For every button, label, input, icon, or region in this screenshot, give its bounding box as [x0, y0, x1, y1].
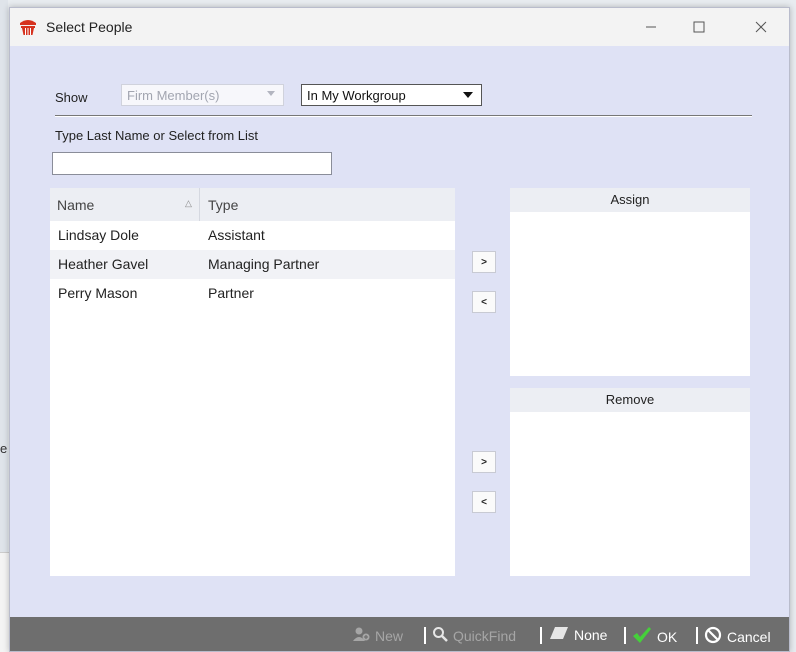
- workgroup-dropdown[interactable]: In My Workgroup: [301, 84, 482, 106]
- remove-list[interactable]: Remove: [510, 388, 750, 576]
- dropdown-arrow-icon: [463, 92, 473, 98]
- none-button[interactable]: None: [549, 626, 607, 643]
- assign-list[interactable]: Assign: [510, 188, 750, 376]
- maximize-icon: [693, 21, 705, 33]
- maximize-button[interactable]: [676, 8, 722, 46]
- close-button[interactable]: [738, 8, 784, 46]
- window-title: Select People: [46, 19, 133, 35]
- cancel-icon: [704, 626, 722, 647]
- minimize-button[interactable]: [628, 8, 674, 46]
- footer-toolbar: New QuickFind None OK Cancel: [10, 617, 789, 651]
- people-list: Name △ Type Lindsay Dole Assistant Heath…: [50, 188, 455, 576]
- person-name: Perry Mason: [58, 285, 138, 301]
- list-header: Name △ Type: [50, 188, 455, 221]
- new-label: New: [375, 627, 404, 644]
- cancel-label: Cancel: [727, 628, 771, 645]
- separator: [55, 115, 752, 117]
- sort-asc-icon: △: [185, 198, 192, 208]
- member-type-dropdown: Firm Member(s): [121, 84, 284, 106]
- add-to-assign-button[interactable]: >: [472, 251, 496, 273]
- list-row[interactable]: Lindsay Dole Assistant: [50, 221, 455, 250]
- person-type: Managing Partner: [208, 256, 320, 272]
- remove-from-remove-button[interactable]: <: [472, 491, 496, 513]
- toolbar-separator: [624, 627, 626, 644]
- quickfind-label: QuickFind: [453, 627, 517, 644]
- remove-header: Remove: [510, 388, 750, 412]
- dropdown-arrow-icon: [267, 91, 275, 96]
- toolbar-separator: [424, 627, 426, 644]
- app-icon: [19, 18, 37, 36]
- close-icon: [755, 21, 767, 33]
- background-text: e: [0, 441, 8, 456]
- show-label: Show: [55, 90, 88, 105]
- ok-label: OK: [657, 628, 678, 645]
- none-label: None: [574, 626, 608, 643]
- person-type: Assistant: [208, 227, 265, 243]
- person-type: Partner: [208, 285, 254, 301]
- eraser-icon: [549, 626, 569, 643]
- column-header-type-label: Type: [208, 197, 239, 213]
- select-people-dialog: Select People Show Firm Member(s) In My …: [9, 7, 790, 652]
- ok-button[interactable]: OK: [632, 626, 677, 647]
- workgroup-value: In My Workgroup: [307, 88, 406, 103]
- remove-from-assign-button[interactable]: <: [472, 291, 496, 313]
- column-header-name[interactable]: Name △: [50, 188, 200, 221]
- person-name: Heather Gavel: [58, 256, 149, 272]
- minimize-icon: [646, 26, 656, 28]
- list-row[interactable]: Perry Mason Partner: [50, 279, 455, 308]
- search-label: Type Last Name or Select from List: [55, 128, 259, 143]
- member-type-value: Firm Member(s): [127, 88, 220, 103]
- title-bar: Select People: [10, 8, 789, 46]
- list-row[interactable]: Heather Gavel Managing Partner: [50, 250, 455, 279]
- search-input[interactable]: [52, 152, 332, 175]
- toolbar-separator: [696, 627, 698, 644]
- column-header-name-label: Name: [57, 197, 95, 213]
- quickfind-button[interactable]: QuickFind: [432, 626, 516, 645]
- assign-header: Assign: [510, 188, 750, 212]
- person-name: Lindsay Dole: [58, 227, 139, 243]
- new-button[interactable]: New: [352, 626, 403, 645]
- quickfind-icon: [432, 626, 448, 645]
- column-header-type[interactable]: Type: [200, 188, 455, 221]
- toolbar-separator: [540, 627, 542, 644]
- cancel-button[interactable]: Cancel: [704, 626, 771, 647]
- new-person-icon: [352, 626, 370, 645]
- add-to-remove-button[interactable]: >: [472, 451, 496, 473]
- checkmark-icon: [632, 626, 652, 647]
